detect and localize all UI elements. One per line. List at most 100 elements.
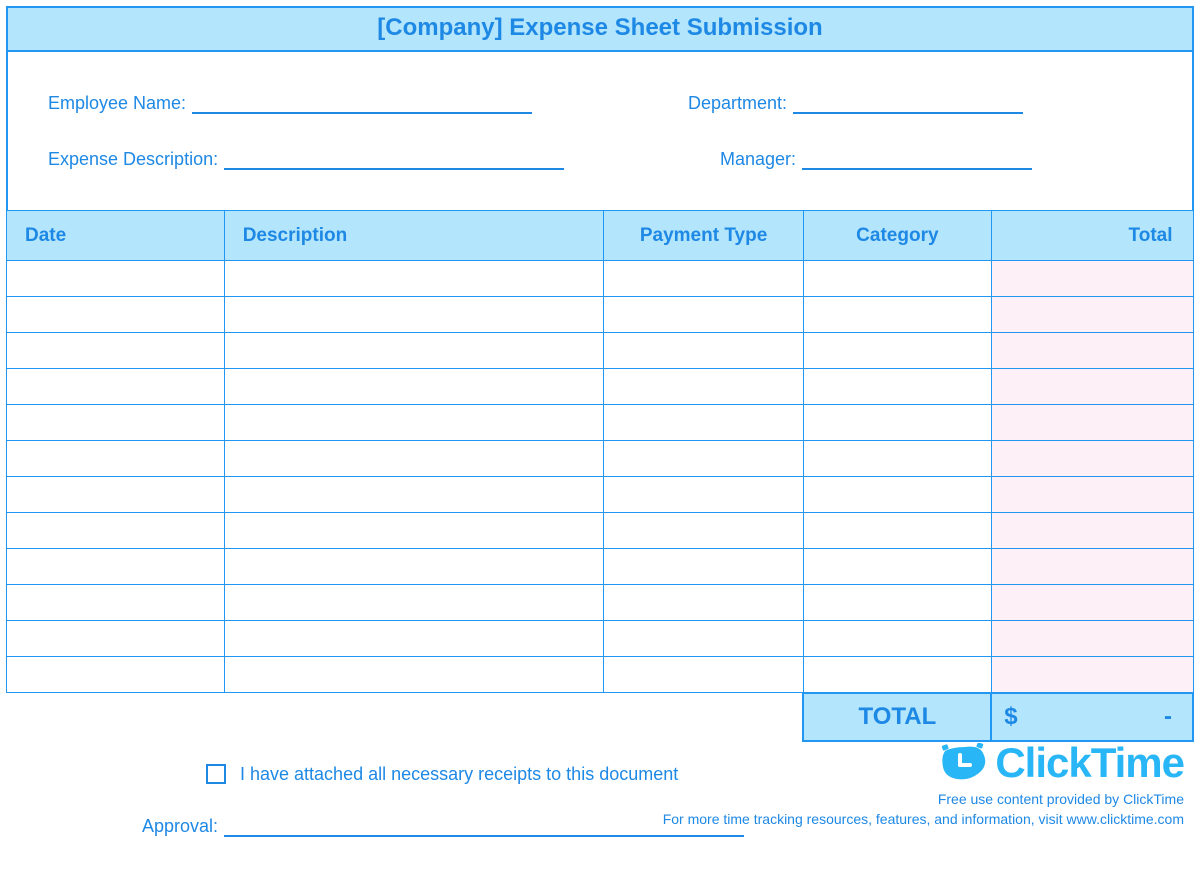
department-field[interactable] <box>793 92 1023 114</box>
cell-category[interactable] <box>803 441 991 477</box>
manager-field[interactable] <box>802 148 1032 170</box>
cell-category[interactable] <box>803 477 991 513</box>
cell-description[interactable] <box>224 261 604 297</box>
cell-description[interactable] <box>224 549 604 585</box>
cell-description[interactable] <box>224 297 604 333</box>
footer-line-2: For more time tracking resources, featur… <box>663 811 1184 827</box>
header-fields: Employee Name: Department: Expense Descr… <box>6 52 1194 210</box>
cell-payment_type[interactable] <box>604 333 804 369</box>
col-payment-type: Payment Type <box>604 211 804 261</box>
expense-table: Date Description Payment Type Category T… <box>6 210 1194 742</box>
expense-description-label: Expense Description: <box>48 149 218 170</box>
cell-total[interactable] <box>991 621 1193 657</box>
cell-date[interactable] <box>7 549 225 585</box>
cell-total[interactable] <box>991 261 1193 297</box>
cell-description[interactable] <box>224 477 604 513</box>
cell-total[interactable] <box>991 477 1193 513</box>
branding-block: ClickTime Free use content provided by C… <box>663 739 1184 827</box>
cell-category[interactable] <box>803 297 991 333</box>
receipts-checkbox[interactable] <box>206 764 226 784</box>
cell-payment_type[interactable] <box>604 549 804 585</box>
grand-total-row: TOTAL $ - <box>7 693 1194 741</box>
expense-description-field[interactable] <box>224 148 564 170</box>
cell-category[interactable] <box>803 657 991 693</box>
table-row <box>7 585 1194 621</box>
cell-date[interactable] <box>7 441 225 477</box>
cell-description[interactable] <box>224 513 604 549</box>
col-total: Total <box>991 211 1193 261</box>
grand-total-label: TOTAL <box>803 693 991 741</box>
cell-payment_type[interactable] <box>604 297 804 333</box>
cell-payment_type[interactable] <box>604 405 804 441</box>
table-row <box>7 405 1194 441</box>
cell-date[interactable] <box>7 333 225 369</box>
cell-category[interactable] <box>803 621 991 657</box>
table-header-row: Date Description Payment Type Category T… <box>7 211 1194 261</box>
cell-payment_type[interactable] <box>604 513 804 549</box>
table-row <box>7 513 1194 549</box>
cell-payment_type[interactable] <box>604 441 804 477</box>
page-title: [Company] Expense Sheet Submission <box>6 6 1194 52</box>
table-row <box>7 441 1194 477</box>
receipts-confirmation-text: I have attached all necessary receipts t… <box>240 764 678 785</box>
table-row <box>7 549 1194 585</box>
table-row <box>7 657 1194 693</box>
cell-description[interactable] <box>224 333 604 369</box>
cell-payment_type[interactable] <box>604 261 804 297</box>
cell-total[interactable] <box>991 657 1193 693</box>
cell-date[interactable] <box>7 297 225 333</box>
cell-category[interactable] <box>803 261 991 297</box>
cell-total[interactable] <box>991 369 1193 405</box>
cell-category[interactable] <box>803 369 991 405</box>
cell-total[interactable] <box>991 513 1193 549</box>
manager-label: Manager: <box>720 149 796 170</box>
table-row <box>7 477 1194 513</box>
cell-date[interactable] <box>7 261 225 297</box>
cell-description[interactable] <box>224 405 604 441</box>
table-row <box>7 333 1194 369</box>
cell-total[interactable] <box>991 333 1193 369</box>
cell-description[interactable] <box>224 621 604 657</box>
clicktime-logo-text: ClickTime <box>995 739 1184 787</box>
cell-date[interactable] <box>7 513 225 549</box>
cell-date[interactable] <box>7 477 225 513</box>
col-description: Description <box>224 211 604 261</box>
cell-total[interactable] <box>991 405 1193 441</box>
table-row <box>7 297 1194 333</box>
clicktime-logo-icon <box>939 743 989 783</box>
cell-date[interactable] <box>7 369 225 405</box>
cell-payment_type[interactable] <box>604 621 804 657</box>
cell-category[interactable] <box>803 585 991 621</box>
cell-date[interactable] <box>7 405 225 441</box>
cell-category[interactable] <box>803 333 991 369</box>
cell-total[interactable] <box>991 549 1193 585</box>
cell-payment_type[interactable] <box>604 369 804 405</box>
table-row <box>7 621 1194 657</box>
table-row <box>7 261 1194 297</box>
cell-date[interactable] <box>7 585 225 621</box>
cell-date[interactable] <box>7 621 225 657</box>
employee-name-field[interactable] <box>192 92 532 114</box>
cell-payment_type[interactable] <box>604 657 804 693</box>
table-row <box>7 369 1194 405</box>
cell-total[interactable] <box>991 297 1193 333</box>
cell-payment_type[interactable] <box>604 477 804 513</box>
cell-description[interactable] <box>224 369 604 405</box>
cell-payment_type[interactable] <box>604 585 804 621</box>
cell-date[interactable] <box>7 657 225 693</box>
col-date: Date <box>7 211 225 261</box>
cell-description[interactable] <box>224 657 604 693</box>
approval-label: Approval: <box>142 816 218 837</box>
cell-description[interactable] <box>224 441 604 477</box>
cell-total[interactable] <box>991 441 1193 477</box>
grand-total-amount: $ - <box>991 693 1193 741</box>
cell-category[interactable] <box>803 405 991 441</box>
cell-category[interactable] <box>803 513 991 549</box>
cell-category[interactable] <box>803 549 991 585</box>
cell-description[interactable] <box>224 585 604 621</box>
cell-total[interactable] <box>991 585 1193 621</box>
department-label: Department: <box>688 93 787 114</box>
footer-line-1: Free use content provided by ClickTime <box>663 791 1184 807</box>
col-category: Category <box>803 211 991 261</box>
employee-name-label: Employee Name: <box>48 93 186 114</box>
